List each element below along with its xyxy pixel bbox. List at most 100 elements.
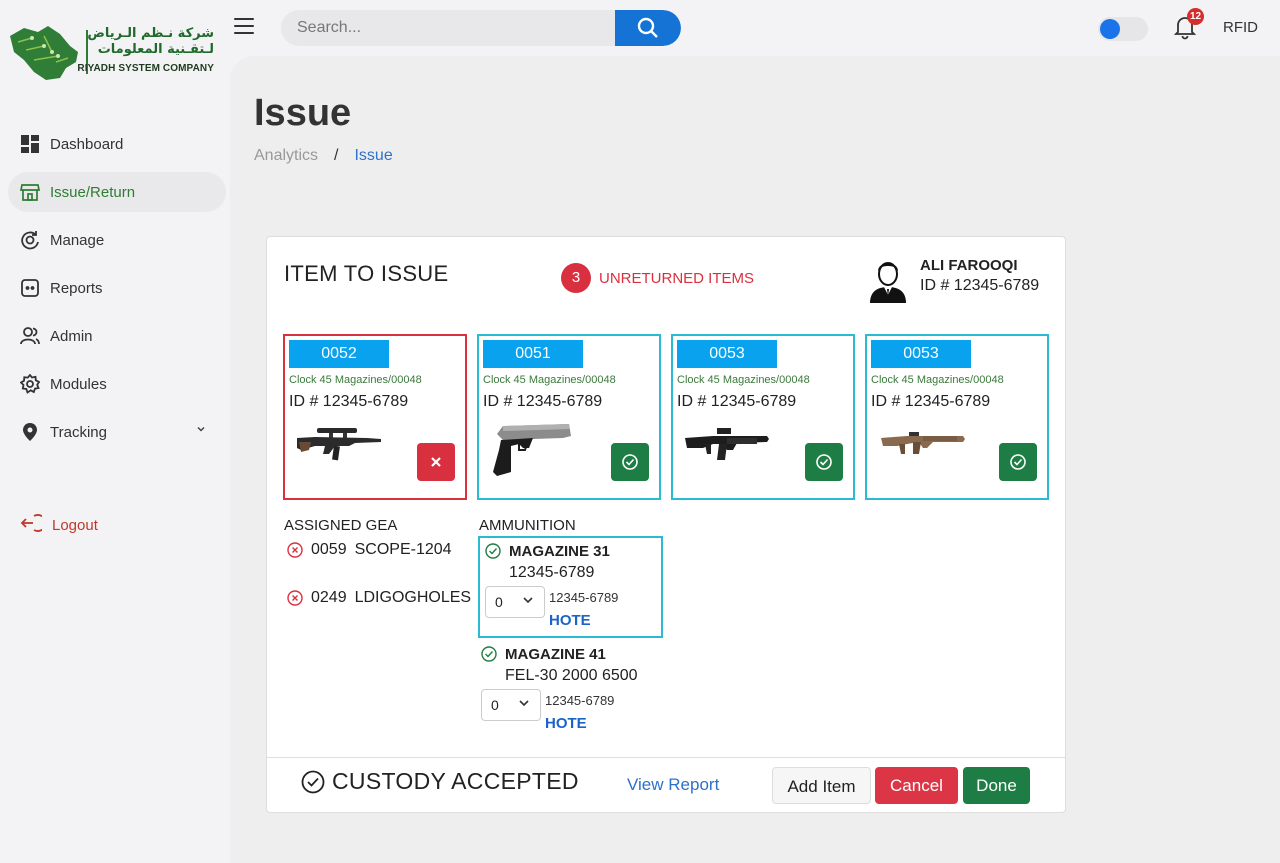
sidebar-item-label: Admin (50, 327, 93, 345)
view-report-link[interactable]: View Report (627, 775, 719, 795)
chevron-down-icon (523, 597, 533, 604)
item-code: 0053 (871, 340, 971, 368)
x-circle-icon[interactable] (287, 590, 303, 606)
add-item-button[interactable]: Add Item (772, 767, 871, 804)
user-id: ID # 12345-6789 (920, 277, 1040, 294)
item-card[interactable]: 0053 Clock 45 Magazines/00048 ID # 12345… (671, 334, 855, 500)
theme-toggle[interactable] (1098, 17, 1148, 41)
check-circle-icon (301, 770, 325, 793)
item-id: ID # 12345-6789 (871, 393, 991, 410)
logo-arabic-text: شركة نـظم الـرياض لـتقـنية المعلومات (87, 26, 214, 58)
sidebar-item-issue-return[interactable]: Issue/Return (8, 172, 226, 212)
user-info: ALI FAROOQI ID # 12345-6789 (866, 257, 1039, 303)
sidebar-nav: Dashboard Issue/Return Manage Reports Ad… (8, 124, 226, 460)
breadcrumb-item-analytics[interactable]: Analytics (254, 147, 318, 165)
ammunition-heading: AMMUNITION (479, 517, 576, 534)
item-card[interactable]: 0053 Clock 45 Magazines/00048 ID # 12345… (865, 334, 1049, 500)
quantity-select[interactable]: 0 (485, 586, 545, 618)
check-circle-icon (816, 454, 832, 470)
chevron-down-icon[interactable] (196, 424, 206, 437)
ammo-subcode: 12345-6789 (549, 590, 619, 605)
item-subtitle: Clock 45 Magazines/00048 (871, 374, 1004, 386)
gear-name: LDIGOGHOLES (354, 589, 472, 606)
saudi-map-logo-icon (10, 26, 78, 80)
sidebar-item-manage[interactable]: Manage (8, 220, 226, 260)
location-pin-icon (20, 422, 40, 442)
item-card[interactable]: 0052 Clock 45 Magazines/00048 ID # 12345… (283, 334, 467, 500)
quantity-select[interactable]: 0 (481, 689, 541, 721)
hote-link[interactable]: HOTE (545, 715, 587, 732)
sidebar-item-label: Tracking (50, 423, 107, 441)
ammo-name: MAGAZINE 41 (505, 646, 606, 663)
sidebar-item-dashboard[interactable]: Dashboard (8, 124, 226, 164)
custody-status: CUSTODY ACCEPTED (301, 768, 579, 795)
card-title: ITEM TO ISSUE (284, 261, 449, 286)
issue-card: ITEM TO ISSUE 3 UNRETURNED ITEMS ALI FAR… (266, 236, 1066, 813)
sidebar-item-modules[interactable]: Modules (8, 364, 226, 404)
ammo-code: FEL-30 2000 6500 (505, 667, 638, 684)
gear-code: 0059 (311, 541, 347, 558)
hamburger-menu-icon[interactable] (234, 18, 254, 36)
sidebar-item-label: Reports (50, 279, 103, 297)
sidebar-item-label: Modules (50, 375, 107, 393)
logo-english-text: RIYADH SYSTEM COMPANY (77, 63, 214, 74)
ammo-row: MAGAZINE 41 FEL-30 2000 6500 0 12345-678… (476, 641, 661, 743)
carbine-icon (685, 428, 769, 460)
sidebar-item-tracking[interactable]: Tracking (8, 412, 226, 452)
card-footer-divider (267, 757, 1065, 758)
breadcrumb-separator: / (334, 147, 339, 164)
sidebar-item-label: Issue/Return (50, 183, 136, 201)
sidebar-item-reports[interactable]: Reports (8, 268, 226, 308)
toggle-knob (1100, 19, 1120, 39)
ammo-subcode: 12345-6789 (545, 693, 615, 708)
pistol-icon (493, 424, 571, 476)
gear-name: SCOPE-1204 (354, 541, 452, 558)
logo-arabic-line-1: شركة نـظم الـرياض (87, 26, 214, 41)
ammo-row: MAGAZINE 31 12345-6789 0 12345-6789 HOTE (478, 536, 663, 638)
accept-item-button[interactable] (999, 443, 1037, 481)
sidebar-item-label: Manage (50, 231, 105, 249)
reject-item-button[interactable] (417, 443, 455, 481)
item-card[interactable]: 0051 Clock 45 Magazines/00048 ID # 12345… (477, 334, 661, 500)
hote-link[interactable]: HOTE (549, 612, 591, 629)
ammo-name: MAGAZINE 31 (509, 543, 610, 560)
custody-label: CUSTODY ACCEPTED (332, 768, 579, 794)
item-id: ID # 12345-6789 (289, 393, 409, 410)
search-button[interactable] (615, 10, 681, 46)
reports-icon (20, 278, 40, 298)
x-circle-icon[interactable] (287, 542, 303, 558)
quantity-value: 0 (495, 594, 503, 610)
rfid-label[interactable]: RFID (1223, 19, 1258, 36)
gear-code: 0249 (311, 589, 347, 606)
breadcrumb-item-issue[interactable]: Issue (354, 147, 392, 165)
logout-icon (20, 512, 47, 539)
logout-label: Logout (52, 517, 98, 534)
unreturned-items-indicator[interactable]: 3 UNRETURNED ITEMS (561, 263, 754, 293)
search-bar (281, 10, 681, 46)
cancel-button[interactable]: Cancel (875, 767, 958, 804)
sidebar-item-admin[interactable]: Admin (8, 316, 226, 356)
accept-item-button[interactable] (611, 443, 649, 481)
close-icon (431, 457, 441, 467)
scoped-rifle-icon (297, 428, 381, 461)
gear-row: 0249 LDIGOGHOLES (287, 589, 471, 607)
search-input[interactable] (281, 10, 615, 46)
avatar (870, 262, 906, 303)
done-button[interactable]: Done (963, 767, 1030, 804)
user-name: ALI FAROOQI (920, 257, 1018, 274)
unreturned-label: UNRETURNED ITEMS (599, 269, 755, 287)
assigned-gear-heading: ASSIGNED GEA (284, 517, 398, 534)
item-id: ID # 12345-6789 (483, 393, 603, 410)
sidebar-item-label: Dashboard (50, 135, 124, 153)
check-circle-icon (1010, 454, 1026, 470)
item-code: 0052 (289, 340, 389, 368)
item-subtitle: Clock 45 Magazines/00048 (483, 374, 616, 386)
notification-count-badge: 12 (1187, 8, 1204, 25)
unreturned-count-badge: 3 (561, 263, 591, 293)
logout-button[interactable]: Logout (20, 512, 98, 539)
gear-row: 0059 SCOPE-1204 (287, 541, 452, 559)
accept-item-button[interactable] (805, 443, 843, 481)
check-circle-icon (481, 646, 497, 662)
item-id: ID # 12345-6789 (677, 393, 797, 410)
manage-icon (20, 230, 40, 250)
